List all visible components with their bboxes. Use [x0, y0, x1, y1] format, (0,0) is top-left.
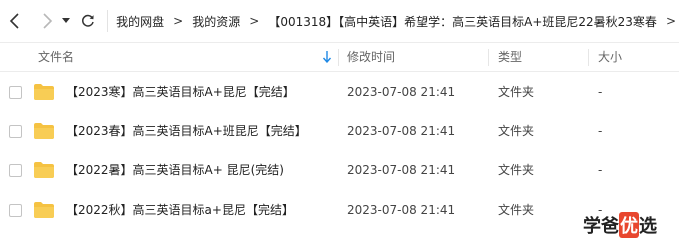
- chevron-right-icon: [43, 13, 52, 29]
- row-checkbox[interactable]: [9, 204, 22, 217]
- navigation-bar: 我的网盘 > 我的资源 > 【001318】【高中英语】希望学：高三英语目标A+…: [0, 0, 679, 42]
- breadcrumb-separator: >: [665, 14, 676, 28]
- breadcrumb-item-current-folder[interactable]: 【001318】【高中英语】希望学：高三英语目标A+班昆尼22暑秋23寒春: [268, 13, 657, 30]
- file-row[interactable]: 【2023春】高三英语目标A+班昆尼【完结】 2023-07-08 21:41 …: [0, 112, 679, 151]
- watermark-logo: 学 爸 优 选: [583, 212, 657, 238]
- file-name[interactable]: 【2022暑】高三英语目标A+ 昆尼(完结): [66, 151, 284, 190]
- modified-time: 2023-07-08 21:41: [347, 203, 456, 217]
- folder-icon: [34, 123, 54, 139]
- column-header-type[interactable]: 类型: [498, 43, 522, 72]
- row-checkbox[interactable]: [9, 86, 22, 99]
- forward-button[interactable]: [36, 10, 58, 32]
- logo-char-highlight: 优: [619, 212, 639, 238]
- back-button[interactable]: [4, 10, 26, 32]
- file-size: -: [598, 163, 603, 177]
- column-header-modified[interactable]: 修改时间: [347, 43, 395, 72]
- modified-time: 2023-07-08 21:41: [347, 85, 456, 99]
- breadcrumb-item-my-resources[interactable]: 我的资源: [192, 13, 240, 30]
- file-name[interactable]: 【2023寒】高三英语目标A+昆尼【完结】: [66, 73, 295, 112]
- logo-char: 学: [583, 216, 601, 237]
- column-header-name[interactable]: 文件名: [38, 43, 74, 72]
- file-row[interactable]: 【2022秋】高三英语目标a+昆尼【完结】 2023-07-08 21:41 文…: [0, 191, 679, 230]
- folder-icon: [34, 84, 54, 100]
- breadcrumb-item-my-drive[interactable]: 我的网盘: [116, 13, 164, 30]
- row-checkbox[interactable]: [9, 164, 22, 177]
- file-type: 文件夹: [498, 203, 535, 217]
- chevron-left-icon: [9, 13, 19, 29]
- column-divider[interactable]: [338, 49, 339, 66]
- file-size: -: [598, 124, 603, 138]
- modified-time: 2023-07-08 21:41: [347, 124, 456, 138]
- breadcrumb-separator: >: [249, 14, 260, 28]
- breadcrumb-separator: >: [173, 14, 184, 28]
- file-name[interactable]: 【2023春】高三英语目标A+班昆尼【完结】: [66, 112, 307, 151]
- file-type: 文件夹: [498, 124, 535, 138]
- refresh-button[interactable]: [77, 10, 99, 32]
- arrow-down-icon[interactable]: [322, 51, 332, 63]
- file-size: -: [598, 85, 603, 99]
- folder-icon: [34, 162, 54, 178]
- folder-icon: [34, 202, 54, 218]
- logo-char: 选: [639, 216, 657, 237]
- file-row[interactable]: 【2022暑】高三英语目标A+ 昆尼(完结) 2023-07-08 21:41 …: [0, 151, 679, 190]
- refresh-icon: [82, 14, 94, 27]
- modified-time: 2023-07-08 21:41: [347, 163, 456, 177]
- column-header-size[interactable]: 大小: [598, 43, 622, 72]
- file-name[interactable]: 【2022秋】高三英语目标a+昆尼【完结】: [66, 191, 294, 230]
- column-divider[interactable]: [588, 49, 589, 66]
- caret-down-icon: [62, 18, 71, 23]
- logo-char: 爸: [601, 216, 619, 237]
- history-dropdown-button[interactable]: [60, 10, 74, 32]
- file-type: 文件夹: [498, 85, 535, 99]
- column-divider[interactable]: [488, 49, 489, 66]
- file-list-header: 文件名 修改时间 类型 大小: [0, 42, 679, 72]
- file-row[interactable]: 【2023寒】高三英语目标A+昆尼【完结】 2023-07-08 21:41 文…: [0, 73, 679, 112]
- breadcrumb: 我的网盘 > 我的资源 > 【001318】【高中英语】希望学：高三英语目标A+…: [107, 10, 679, 32]
- row-checkbox[interactable]: [9, 125, 22, 138]
- file-type: 文件夹: [498, 163, 535, 177]
